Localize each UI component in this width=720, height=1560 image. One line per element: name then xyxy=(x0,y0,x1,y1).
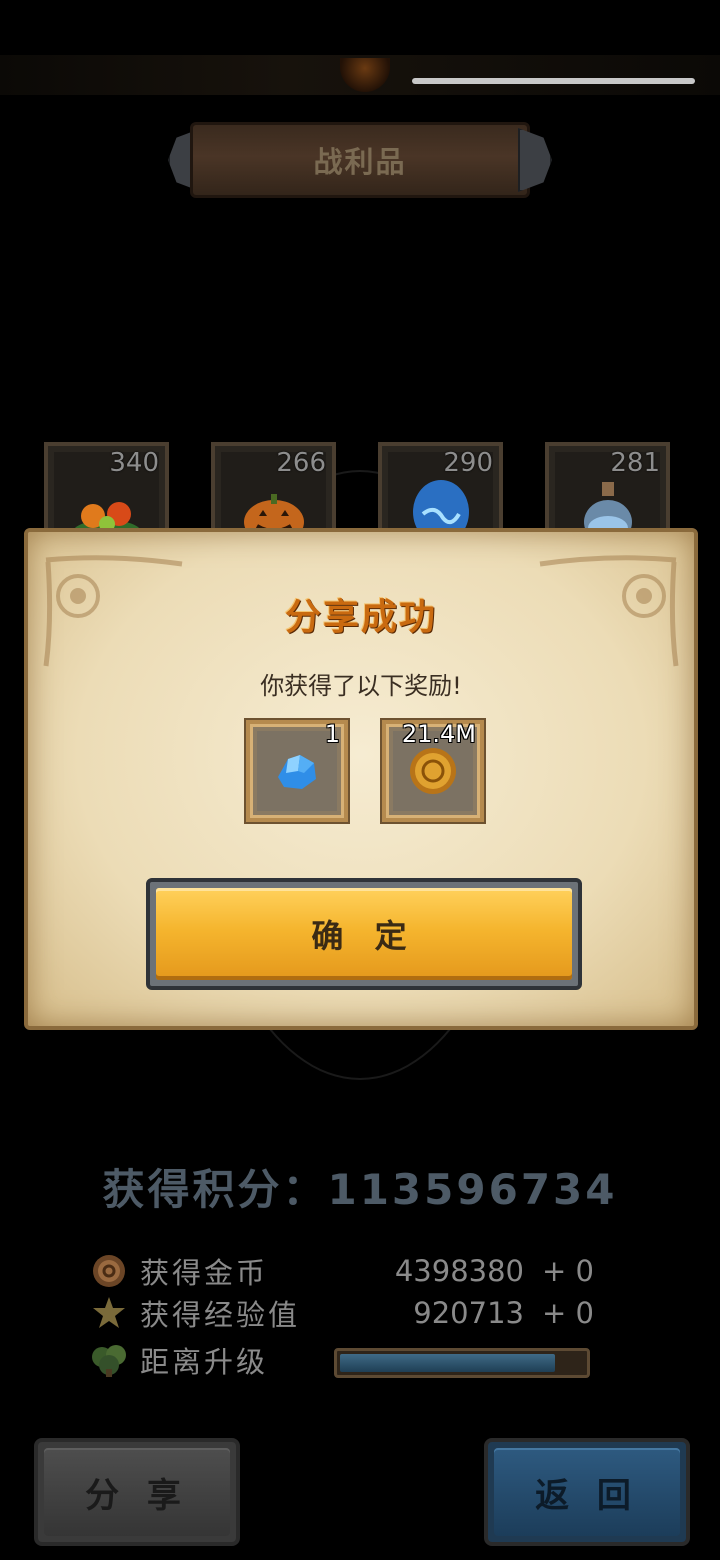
share-label: 分 享 xyxy=(85,1475,189,1516)
reward-slot[interactable]: 21.4M xyxy=(382,720,484,822)
plank-body: 战利品 xyxy=(190,122,530,198)
gold-coin-icon xyxy=(408,746,458,800)
confirm-button-face: 确 定 xyxy=(156,888,572,980)
loot-count: 340 xyxy=(109,448,159,478)
dialog-subtitle: 你获得了以下奖励! xyxy=(260,672,462,700)
reward-qty: 21.4M xyxy=(401,720,476,748)
reward-qty: 1 xyxy=(324,720,340,748)
dialog-title: 分享成功 xyxy=(284,597,437,638)
stat-plus: + 0 xyxy=(542,1254,594,1288)
reward-slot[interactable]: 1 xyxy=(246,720,348,822)
stat-label: 获得金币 xyxy=(140,1256,269,1290)
stat-plus: + 0 xyxy=(542,1296,594,1330)
coin-icon xyxy=(90,1252,128,1290)
blue-crystal-icon xyxy=(274,751,320,795)
stat-value: 920713 xyxy=(413,1296,524,1330)
stat-row-exp: 获得经验值 920713 + 0 xyxy=(90,1292,610,1334)
confirm-label: 确 定 xyxy=(311,917,417,955)
top-indicator-bar xyxy=(412,78,695,84)
stat-row-gold: 获得金币 4398380 + 0 xyxy=(90,1250,610,1292)
back-label: 返 回 xyxy=(535,1475,639,1516)
page-title: 战利品 xyxy=(313,145,407,179)
loot-slot[interactable]: 340 xyxy=(44,442,169,544)
score-display: 获得积分：113596734 xyxy=(102,1165,618,1214)
stat-label: 获得经验值 xyxy=(140,1298,301,1332)
share-success-dialog: 分享成功 你获得了以下奖励! 1 21.4M 确 定 xyxy=(24,528,698,1030)
back-button-face: 返 回 xyxy=(494,1448,680,1536)
loot-slot[interactable]: 281 xyxy=(545,442,670,544)
confirm-button[interactable]: 确 定 xyxy=(146,878,582,990)
loot-count: 266 xyxy=(276,448,326,478)
stat-label: 距离升级 xyxy=(140,1345,269,1379)
loot-slot[interactable]: 290 xyxy=(378,442,503,544)
loot-slot[interactable]: 266 xyxy=(211,442,336,544)
share-button[interactable]: 分 享 xyxy=(34,1438,240,1546)
levelup-progress-fill xyxy=(340,1354,555,1372)
loot-count: 281 xyxy=(610,448,660,478)
star-icon xyxy=(90,1294,128,1332)
share-button-face: 分 享 xyxy=(44,1448,230,1536)
tree-icon xyxy=(90,1341,128,1379)
stat-value: 4398380 xyxy=(394,1254,524,1288)
title-plank: 战利品 xyxy=(168,122,552,198)
plank-cap-right xyxy=(518,128,552,192)
back-button[interactable]: 返 回 xyxy=(484,1438,690,1546)
levelup-progress-bar xyxy=(334,1348,590,1378)
